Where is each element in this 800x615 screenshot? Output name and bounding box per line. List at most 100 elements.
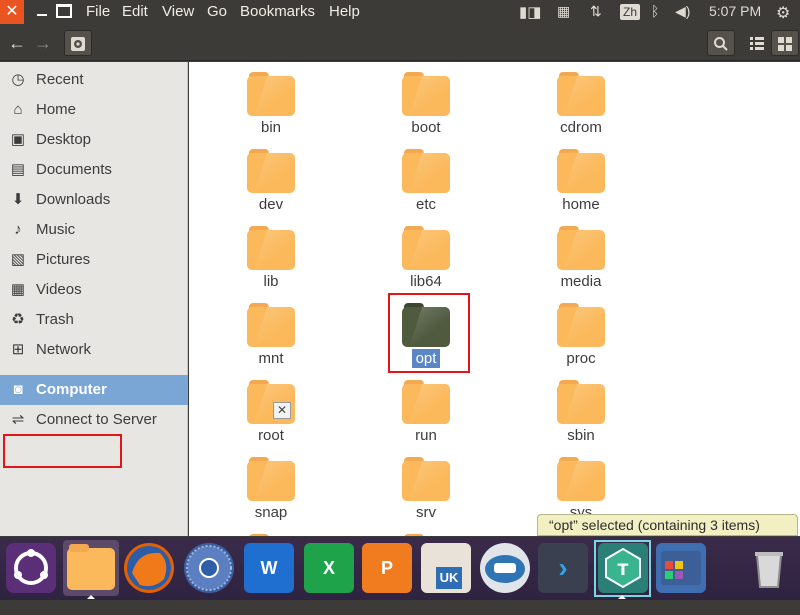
input-method-indicator[interactable]: Zh (620, 4, 641, 20)
folder-item[interactable]: sbin (521, 372, 641, 449)
menu-go[interactable]: Go (207, 3, 227, 20)
folder-item[interactable]: home (521, 141, 641, 218)
folder-item[interactable]: bin (211, 64, 331, 141)
sidebar-item-label: Desktop (36, 131, 92, 148)
folder-item[interactable]: boot (366, 64, 486, 141)
server-icon: ⇌ (11, 411, 25, 428)
sidebar-item-connect-to-server[interactable]: ⇌ Connect to Server (0, 405, 188, 435)
computer-drive-icon (71, 37, 85, 51)
folder-name: snap (254, 504, 288, 521)
menu-bookmarks[interactable]: Bookmarks (240, 3, 315, 20)
wps-writer-icon[interactable]: W (244, 543, 294, 593)
sidebar-item-documents[interactable]: ▤ Documents (0, 155, 188, 185)
sidebar-item-music[interactable]: ♪ Music (0, 215, 188, 245)
ubuntu-launcher-icon[interactable] (6, 543, 56, 593)
vscode-icon[interactable]: › (538, 543, 588, 593)
menu-help[interactable]: Help (329, 3, 360, 20)
window-manager-icon[interactable] (656, 543, 706, 593)
folder-item[interactable]: snap (211, 449, 331, 526)
clock[interactable]: 5:07 PM (709, 3, 761, 19)
launcher-dock: W X P UK › T (0, 537, 800, 600)
folder-item[interactable]: root (211, 372, 331, 449)
folder-item[interactable]: run (366, 372, 486, 449)
menu-file[interactable]: File (86, 3, 110, 20)
location-computer-button[interactable] (64, 30, 92, 56)
computer-highlight-box (3, 434, 122, 468)
folder-icon (402, 457, 450, 501)
folder-icon (557, 72, 605, 116)
folder-icon (247, 534, 295, 536)
sidebar-item-label: Trash (36, 311, 74, 328)
folder-item[interactable]: dev (211, 141, 331, 218)
list-view-button[interactable] (743, 30, 771, 56)
volume-icon[interactable]: ◀) (675, 3, 690, 20)
folder-item[interactable]: media (521, 218, 641, 295)
sidebar-item-label: Documents (36, 161, 112, 178)
locked-emblem-icon: ✕ (273, 402, 291, 419)
folder-item[interactable]: proc (521, 295, 641, 372)
folder-icon (402, 534, 450, 536)
back-button[interactable]: ← (4, 30, 30, 56)
folder-name: run (415, 427, 437, 444)
forward-button[interactable]: → (30, 30, 56, 56)
software-center-icon[interactable]: UK (421, 543, 471, 593)
bluetooth-icon[interactable]: ᛒ (651, 3, 659, 19)
sidebar-item-pictures[interactable]: ▧ Pictures (0, 245, 188, 275)
folder-name: home (562, 196, 600, 213)
folder-item[interactable] (211, 526, 331, 536)
folder-item[interactable]: etc (366, 141, 486, 218)
sidebar-item-desktop[interactable]: ▣ Desktop (0, 125, 188, 155)
folder-name: srv (416, 504, 436, 521)
folder-item[interactable] (366, 526, 486, 536)
software-center-label: UK (436, 567, 462, 589)
sidebar-item-downloads[interactable]: ⬇ Downloads (0, 185, 188, 215)
folder-item[interactable]: lib64 (366, 218, 486, 295)
sidebar-item-videos[interactable]: ▦ Videos (0, 275, 188, 305)
wps-presentation-icon[interactable]: P (362, 543, 412, 593)
minimize-window-button[interactable] (34, 4, 50, 18)
toolbar: ← → (0, 24, 800, 61)
folder-item[interactable]: cdrom (521, 64, 641, 141)
folder-item[interactable]: lib (211, 218, 331, 295)
menu-view[interactable]: View (162, 3, 194, 20)
trash-dock-icon[interactable] (744, 543, 794, 593)
folder-name: proc (566, 350, 596, 367)
folder-icon (247, 149, 295, 193)
sidebar-item-computer[interactable]: ◙ Computer (0, 375, 188, 405)
music-icon: ♪ (14, 221, 22, 238)
menu-edit[interactable]: Edit (122, 3, 148, 20)
sidebar-item-label: Home (36, 101, 77, 118)
download-icon: ⬇ (11, 191, 25, 208)
close-window-button[interactable]: ✕ (0, 0, 24, 24)
status-floating-bar: “opt” selected (containing 3 items) (537, 514, 798, 536)
list-view-icon (750, 37, 764, 50)
typora-icon[interactable]: T (598, 543, 648, 593)
network-arrows-icon[interactable]: ⇅ (590, 3, 602, 20)
firefox-icon[interactable] (124, 543, 174, 593)
folder-icon (247, 72, 295, 116)
folder-item[interactable]: mnt (211, 295, 331, 372)
wps-spreadsheet-icon[interactable]: X (304, 543, 354, 593)
sidebar-item-label: Music (36, 221, 76, 238)
folder-name: media (560, 273, 602, 290)
sidebar-item-network[interactable]: ⊞ Network (0, 335, 188, 365)
sidebar-item-recent[interactable]: ◷ Recent (0, 65, 188, 95)
folder-name: sbin (567, 427, 595, 444)
grid-view-button[interactable] (771, 30, 799, 56)
sidebar-item-trash[interactable]: ♻ Trash (0, 305, 188, 335)
folder-item[interactable]: srv (366, 449, 486, 526)
power-gear-icon[interactable]: ⚙ (776, 3, 790, 23)
picture-icon: ▧ (10, 251, 26, 268)
grid-view-icon (778, 37, 792, 51)
sidebar-item-home[interactable]: ⌂ Home (0, 95, 188, 125)
folder-icon (557, 226, 605, 270)
calendar-icon[interactable]: ▦ (557, 3, 570, 20)
chromium-icon[interactable] (184, 543, 234, 593)
battery-icon[interactable]: ▮◨ (519, 3, 541, 21)
clock-icon: ◷ (11, 71, 25, 88)
folder-name: etc (415, 196, 436, 213)
maximize-window-button[interactable] (56, 4, 72, 18)
remmina-icon[interactable] (480, 543, 530, 593)
files-app-icon[interactable] (63, 540, 119, 596)
search-button[interactable] (707, 30, 735, 56)
